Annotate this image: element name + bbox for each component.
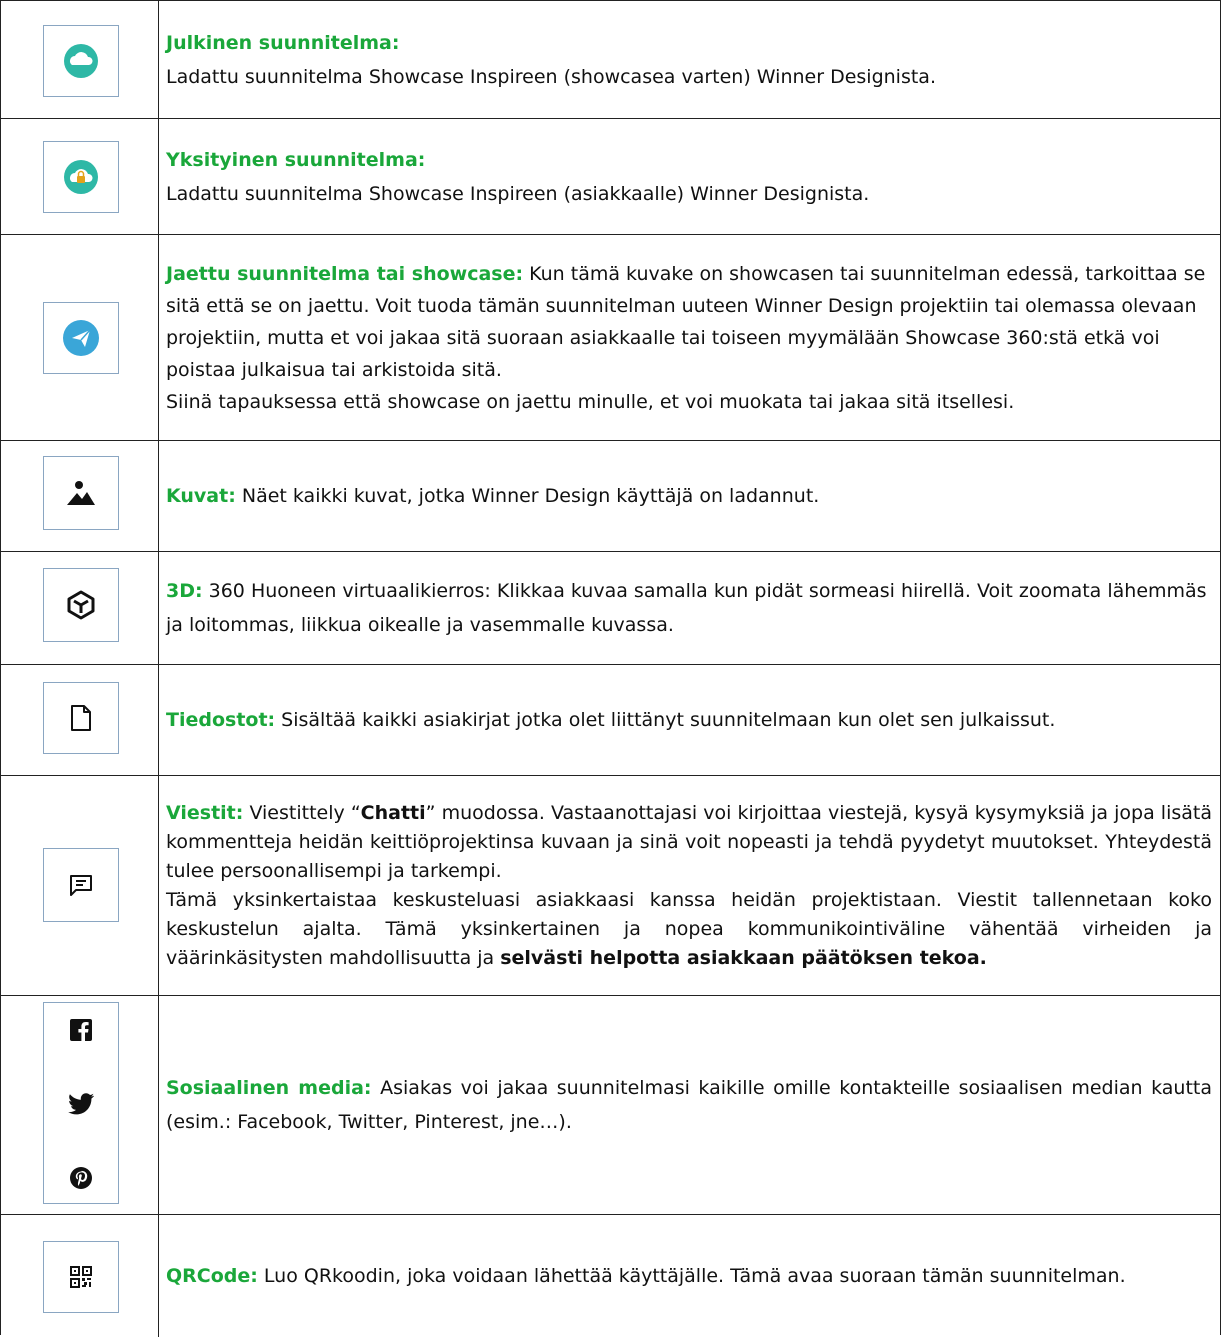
row-text-bold: Chatti	[360, 801, 426, 824]
image-icon	[43, 456, 119, 530]
icon-cell	[1, 665, 159, 775]
row-title: Kuvat:	[166, 485, 236, 507]
pinterest-icon	[44, 1163, 118, 1193]
table-row: Viestit: Viestittely “Chatti” muodossa. …	[1, 776, 1220, 996]
row-text: Näet kaikki kuvat, jotka Winner Design k…	[235, 485, 820, 507]
icon-cell	[1, 1, 159, 118]
description-cell: Yksityinen suunnitelma: Ladattu suunnite…	[166, 119, 1212, 234]
row-title: Yksityinen suunnitelma:	[166, 148, 426, 171]
row-text: Sisältää kaikki asiakirjat jotka olet li…	[275, 709, 1056, 731]
row-text-2: Siinä tapauksessa että showcase on jaett…	[166, 390, 1015, 413]
description-cell: Viestit: Viestittely “Chatti” muodossa. …	[166, 776, 1212, 995]
facebook-icon	[44, 1015, 118, 1045]
description-cell: 3D: 360 Huoneen virtuaalikierros: Klikka…	[166, 552, 1212, 664]
twitter-icon	[44, 1089, 118, 1119]
icon-cell	[1, 552, 159, 664]
row-text: 360 Huoneen virtuaalikierros: Klikkaa ku…	[166, 580, 1207, 636]
row-title: Jaettu suunnitelma tai showcase:	[166, 262, 524, 285]
table-row: Julkinen suunnitelma: Ladattu suunnitelm…	[1, 1, 1220, 119]
cloud-lock-icon	[43, 141, 119, 213]
table-row: Yksityinen suunnitelma: Ladattu suunnite…	[1, 119, 1220, 235]
table-row: Kuvat: Näet kaikki kuvat, jotka Winner D…	[1, 441, 1220, 552]
table-row: Sosiaalinen media: Asiakas voi jakaa suu…	[1, 996, 1220, 1215]
row-title: Tiedostot:	[166, 709, 276, 731]
row-text: Ladattu suunnitelma Showcase Inspireen (…	[166, 182, 870, 205]
table-row: 3D: 360 Huoneen virtuaalikierros: Klikka…	[1, 552, 1220, 665]
legend-table: Julkinen suunnitelma: Ladattu suunnitelm…	[0, 0, 1221, 1337]
table-row: Jaettu suunnitelma tai showcase: Kun täm…	[1, 235, 1220, 441]
table-row: QRCode: Luo QRkoodin, joka voidaan lähet…	[1, 1215, 1220, 1337]
shared-send-icon	[43, 302, 119, 374]
social-icons	[43, 1002, 119, 1204]
cube-3d-icon	[43, 568, 119, 642]
icon-cell	[1, 1215, 159, 1337]
icon-cell	[1, 996, 159, 1214]
row-title: 3D:	[166, 580, 203, 602]
row-text: Luo QRkoodin, joka voidaan lähettää käyt…	[257, 1265, 1126, 1287]
icon-cell	[1, 119, 159, 234]
row-text: Ladattu suunnitelma Showcase Inspireen (…	[166, 65, 936, 88]
row-title: Julkinen suunnitelma:	[166, 31, 400, 54]
icon-cell	[1, 441, 159, 551]
cloud-icon	[43, 25, 119, 97]
description-cell: Jaettu suunnitelma tai showcase: Kun täm…	[166, 235, 1212, 440]
row-text-bold: selvästi helpotta asiakkaan päätöksen te…	[500, 946, 987, 969]
description-cell: Sosiaalinen media: Asiakas voi jakaa suu…	[166, 996, 1212, 1214]
description-cell: Julkinen suunnitelma: Ladattu suunnitelm…	[166, 1, 1212, 118]
qr-code-icon	[43, 1241, 119, 1313]
row-title: QRCode:	[166, 1265, 258, 1287]
file-icon	[43, 682, 119, 754]
description-cell: QRCode: Luo QRkoodin, joka voidaan lähet…	[166, 1215, 1212, 1337]
icon-cell	[1, 776, 159, 995]
description-cell: Kuvat: Näet kaikki kuvat, jotka Winner D…	[166, 441, 1212, 551]
description-cell: Tiedostot: Sisältää kaikki asiakirjat jo…	[166, 665, 1212, 775]
row-text: Viestittely “	[243, 801, 361, 824]
table-row: Tiedostot: Sisältää kaikki asiakirjat jo…	[1, 665, 1220, 776]
row-title: Viestit:	[166, 801, 244, 824]
chat-icon	[43, 848, 119, 922]
row-title: Sosiaalinen media:	[166, 1077, 372, 1099]
icon-cell	[1, 235, 159, 440]
